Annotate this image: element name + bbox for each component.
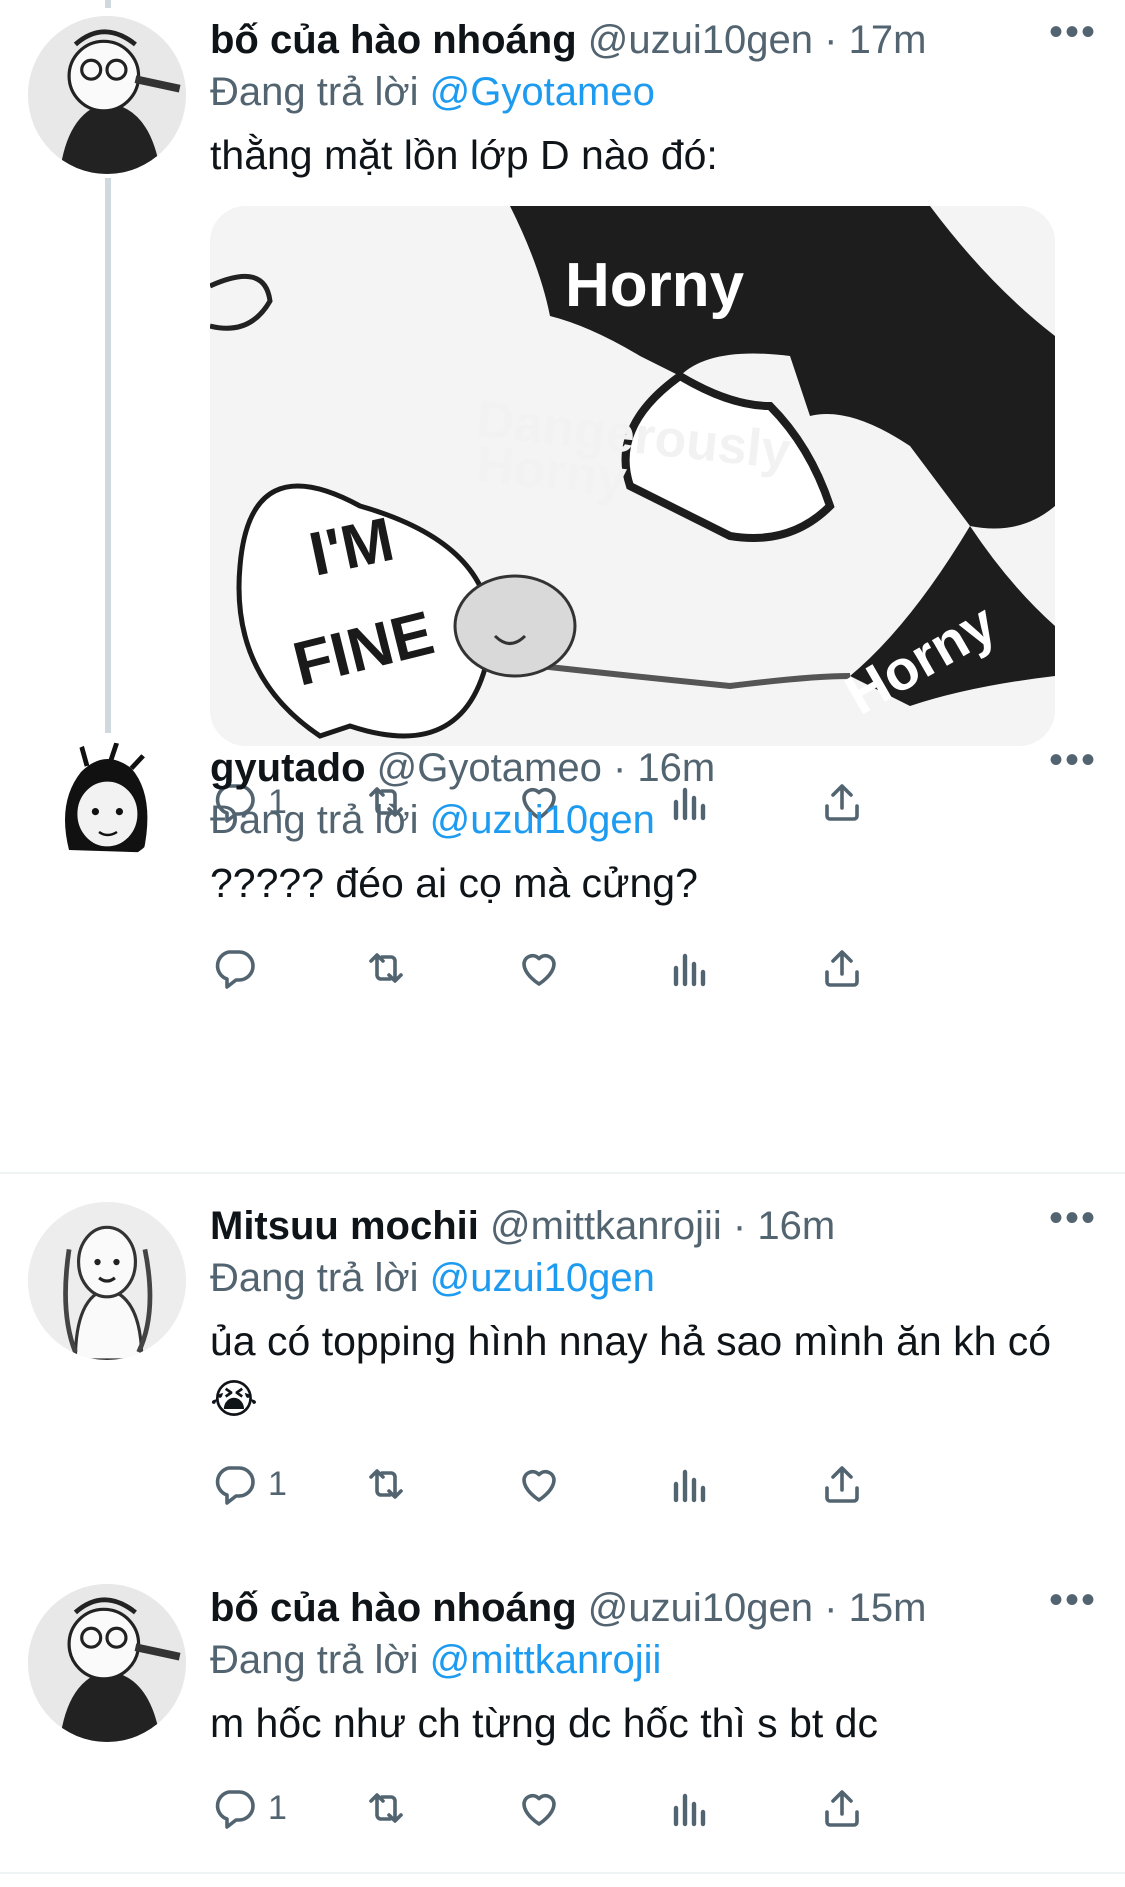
analytics-icon (673, 953, 706, 987)
username[interactable]: @uzui10gen (588, 18, 813, 62)
retweet-icon (369, 953, 403, 983)
replying-to: Đang trả lời @uzui10gen (210, 794, 1095, 846)
reply-button[interactable]: 1 (210, 1454, 287, 1514)
tweet-header: gyutado @Gyotameo · 16m (210, 742, 1095, 794)
reply-count: 1 (268, 1464, 287, 1503)
tweet-header: bố của hào nhoáng @uzui10gen · 15m (210, 1582, 1095, 1634)
tweet-actions: 1 (210, 1454, 1095, 1514)
mention-link[interactable]: @uzui10gen (430, 798, 655, 842)
divider (0, 1872, 1125, 1874)
share-icon (825, 950, 859, 987)
avatar[interactable] (28, 16, 186, 174)
replying-to-label: Đang trả lời (210, 798, 419, 842)
separator-dot: · (612, 746, 627, 790)
like-button[interactable] (515, 1454, 573, 1514)
reply-count: 1 (268, 1788, 287, 1827)
reply-icon (215, 950, 255, 989)
separator-dot: · (824, 1586, 838, 1630)
share-button[interactable] (818, 1454, 866, 1514)
timestamp[interactable]: 15m (849, 1586, 927, 1630)
replying-to-label: Đang trả lời (210, 1256, 419, 1300)
divider (0, 1172, 1125, 1174)
analytics-button[interactable] (666, 938, 724, 998)
more-options-icon[interactable]: ••• (1049, 1580, 1097, 1620)
replying-to: Đang trả lời @mittkanrojii (210, 1634, 1095, 1686)
share-button[interactable] (818, 1778, 866, 1838)
timestamp[interactable]: 16m (757, 1204, 835, 1248)
tweet-text: ????? đéo ai cọ mà cửng? (210, 860, 698, 906)
tweet[interactable]: bố của hào nhoáng @uzui10gen · 17m Đang … (0, 0, 1125, 823)
reply-button[interactable]: 1 (210, 1778, 287, 1838)
reply-button[interactable] (210, 938, 268, 998)
analytics-button[interactable] (666, 1778, 724, 1838)
username[interactable]: @uzui10gen (588, 1586, 813, 1630)
display-name[interactable]: bố của hào nhoáng (210, 1586, 577, 1630)
heart-icon (522, 1469, 556, 1502)
timestamp[interactable]: 17m (849, 18, 927, 62)
tweet-text: m hốc như ch từng dc hốc thì s bt dc (210, 1700, 878, 1746)
tweet-header: bố của hào nhoáng @uzui10gen · 17m (210, 14, 1095, 66)
tweet[interactable]: Mitsuu mochii @mittkanrojii · 16m Đang t… (0, 1186, 1125, 1546)
reply-icon (215, 1466, 255, 1505)
media-text: Horny (565, 251, 745, 320)
tweet-header: Mitsuu mochii @mittkanrojii · 16m (210, 1200, 1095, 1252)
timestamp[interactable]: 16m (637, 746, 715, 790)
username[interactable]: @Gyotameo (377, 746, 602, 790)
share-button[interactable] (818, 938, 866, 998)
reply-icon (215, 1790, 255, 1829)
analytics-icon (673, 1793, 706, 1827)
tweet[interactable]: bố của hào nhoáng @uzui10gen · 15m Đang … (0, 1568, 1125, 1868)
share-icon (825, 1466, 859, 1503)
avatar[interactable] (28, 1202, 186, 1360)
mention-link[interactable]: @mittkanrojii (430, 1638, 662, 1682)
like-button[interactable] (515, 1778, 573, 1838)
replying-to-label: Đang trả lời (210, 70, 419, 114)
retweet-button[interactable] (362, 938, 420, 998)
display-name[interactable]: bố của hào nhoáng (210, 18, 577, 62)
tweet-text: thằng mặt lồn lớp D nào đó: (210, 132, 718, 178)
tweet-actions (210, 938, 1095, 998)
like-button[interactable] (515, 938, 573, 998)
heart-icon (522, 1793, 556, 1826)
analytics-button[interactable] (666, 1454, 724, 1514)
separator-dot: · (732, 1204, 747, 1248)
retweet-icon (369, 1469, 403, 1499)
more-options-icon[interactable]: ••• (1049, 1198, 1097, 1238)
display-name[interactable]: gyutado (210, 746, 366, 790)
retweet-button[interactable] (362, 1778, 420, 1838)
heart-icon (522, 953, 556, 986)
more-options-icon[interactable]: ••• (1049, 740, 1097, 780)
mention-link[interactable]: @Gyotameo (430, 70, 655, 114)
retweet-icon (369, 1793, 403, 1823)
mention-link[interactable]: @uzui10gen (430, 1256, 655, 1300)
separator-dot: · (824, 18, 838, 62)
replying-to: Đang trả lời @uzui10gen (210, 1252, 1095, 1304)
replying-to: Đang trả lời @Gyotameo (210, 66, 1095, 118)
tweet[interactable]: gyutado @Gyotameo · 16m Đang trả lời @uz… (0, 728, 1125, 989)
avatar[interactable] (28, 1584, 186, 1742)
retweet-button[interactable] (362, 1454, 420, 1514)
tweet-image[interactable]: I'M FINE Horny Dangerously Horny Horny (210, 206, 1055, 746)
share-icon (825, 1790, 859, 1827)
username[interactable]: @mittkanrojii (490, 1204, 722, 1248)
tweet-text: ủa có topping hình nnay hả sao mình ăn k… (210, 1318, 1052, 1422)
analytics-icon (673, 1469, 706, 1503)
more-options-icon[interactable]: ••• (1049, 12, 1097, 52)
avatar[interactable] (45, 742, 165, 862)
display-name[interactable]: Mitsuu mochii (210, 1204, 479, 1248)
tweet-actions: 1 (210, 1778, 1095, 1838)
replying-to-label: Đang trả lời (210, 1638, 419, 1682)
